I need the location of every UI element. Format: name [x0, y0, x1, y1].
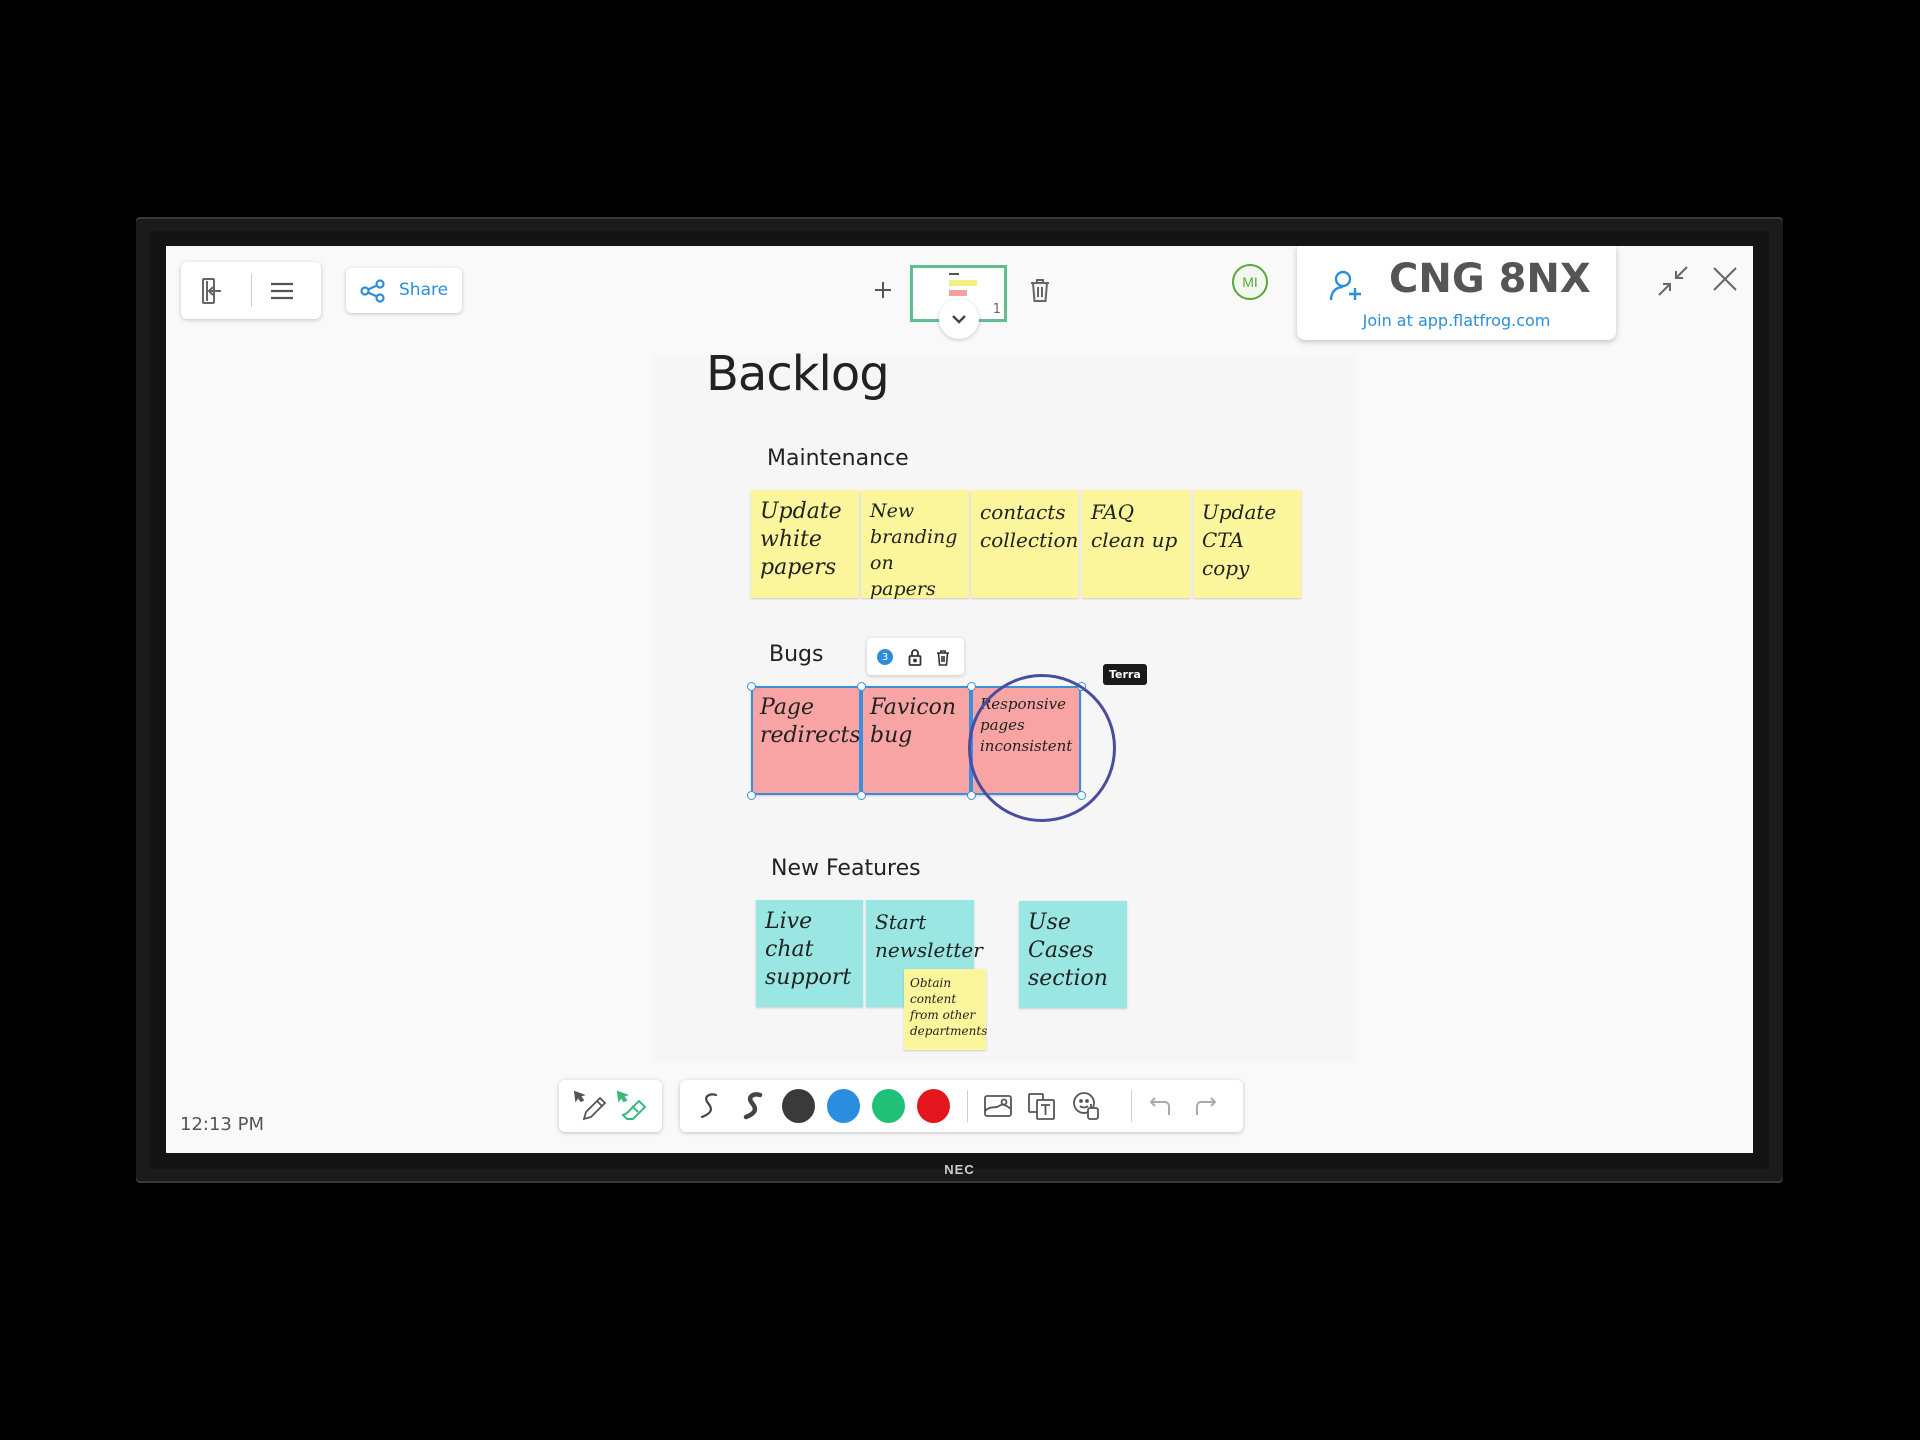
- share-label: Share: [399, 280, 449, 300]
- toolbar-divider: [251, 274, 252, 307]
- close-icon: [1713, 267, 1737, 291]
- thumbnail-bugs-preview: [949, 290, 967, 296]
- section-title-bugs: Bugs: [769, 642, 824, 667]
- whiteboard-screen: Share 1 MI CNG 8NX Join at app.flatfrog.…: [166, 246, 1753, 1153]
- thumbnail-notes-preview: [949, 280, 977, 286]
- expand-pages-button[interactable]: [939, 299, 979, 339]
- sticker-icon[interactable]: [1068, 1089, 1104, 1123]
- pen-cursor-icon[interactable]: [571, 1088, 607, 1124]
- image-icon[interactable]: [980, 1089, 1016, 1123]
- template-text-icon[interactable]: [1024, 1089, 1060, 1123]
- sticky-note[interactable]: Favicon bug: [861, 686, 971, 795]
- collapse-button[interactable]: [1656, 264, 1690, 298]
- toolbar-divider: [1131, 1090, 1132, 1122]
- resize-handle[interactable]: [747, 682, 756, 691]
- share-button[interactable]: Share: [346, 268, 462, 313]
- thin-stroke-icon[interactable]: [694, 1089, 726, 1123]
- resize-handle[interactable]: [857, 791, 866, 800]
- color-swatch-blue[interactable]: [827, 1089, 860, 1123]
- sticky-note[interactable]: Responsive pages inconsistent: [971, 686, 1081, 795]
- add-user-icon: [1329, 268, 1365, 308]
- clock: 12:13 PM: [180, 1114, 264, 1135]
- toolbar-divider: [967, 1090, 968, 1122]
- join-instructions: Join at app.flatfrog.com: [1362, 311, 1551, 330]
- trash-icon[interactable]: [933, 647, 953, 667]
- room-code-panel[interactable]: CNG 8NX Join at app.flatfrog.com: [1297, 246, 1616, 340]
- thumbnail-title-preview: [949, 273, 959, 275]
- user-avatar[interactable]: MI: [1232, 264, 1268, 300]
- sticky-note[interactable]: FAQ clean up: [1082, 490, 1190, 598]
- lock-icon[interactable]: [905, 647, 925, 667]
- section-title-maintenance: Maintenance: [767, 446, 909, 471]
- sticky-note[interactable]: New branding on papers: [861, 490, 969, 600]
- eraser-cursor-icon[interactable]: [614, 1088, 650, 1124]
- selection-toolbar: 3: [867, 638, 964, 675]
- redo-icon[interactable]: [1189, 1091, 1221, 1121]
- drawing-toolbar: [680, 1080, 1243, 1132]
- sticky-note[interactable]: Update CTA copy: [1193, 490, 1301, 598]
- sticky-note[interactable]: contacts collection: [971, 490, 1079, 598]
- exit-door-icon[interactable]: [197, 276, 227, 306]
- selection-count-badge: 3: [877, 649, 893, 665]
- add-page-button[interactable]: [872, 279, 894, 301]
- resize-handle[interactable]: [967, 682, 976, 691]
- room-code: CNG 8NX: [1389, 256, 1591, 302]
- trash-icon: [1031, 279, 1049, 302]
- close-button[interactable]: [1710, 264, 1740, 294]
- thick-stroke-icon[interactable]: [738, 1089, 770, 1123]
- section-title-new-features: New Features: [771, 856, 921, 881]
- color-swatch-green[interactable]: [872, 1089, 905, 1123]
- sticky-note[interactable]: Page redirects: [751, 686, 861, 795]
- mode-toolbar: [559, 1080, 662, 1132]
- monitor-brand-logo: NEC: [944, 1162, 975, 1177]
- page-number: 1: [992, 302, 1001, 317]
- hamburger-menu-icon[interactable]: [267, 276, 297, 306]
- collapse-arrows-icon: [1658, 266, 1688, 296]
- delete-page-button[interactable]: [1028, 276, 1052, 304]
- resize-handle[interactable]: [967, 791, 976, 800]
- chevron-down-icon: [952, 315, 966, 324]
- resize-handle[interactable]: [1077, 791, 1086, 800]
- sticky-note-small[interactable]: Obtain content from other departments: [904, 969, 987, 1050]
- undo-icon[interactable]: [1145, 1091, 1177, 1121]
- sticky-note[interactable]: Use Cases section: [1019, 901, 1127, 1008]
- share-nodes-icon: [360, 279, 386, 303]
- resize-handle[interactable]: [1077, 682, 1086, 691]
- main-toolbar: [181, 262, 321, 319]
- board-title: Backlog: [706, 346, 890, 402]
- sticky-note[interactable]: Update white papers: [751, 490, 859, 598]
- resize-handle[interactable]: [857, 682, 866, 691]
- color-swatch-red[interactable]: [917, 1089, 950, 1123]
- collaborator-cursor-label: Terra: [1103, 664, 1147, 685]
- color-swatch-black[interactable]: [782, 1089, 815, 1123]
- sticky-note[interactable]: Live chat support: [756, 900, 863, 1007]
- resize-handle[interactable]: [747, 791, 756, 800]
